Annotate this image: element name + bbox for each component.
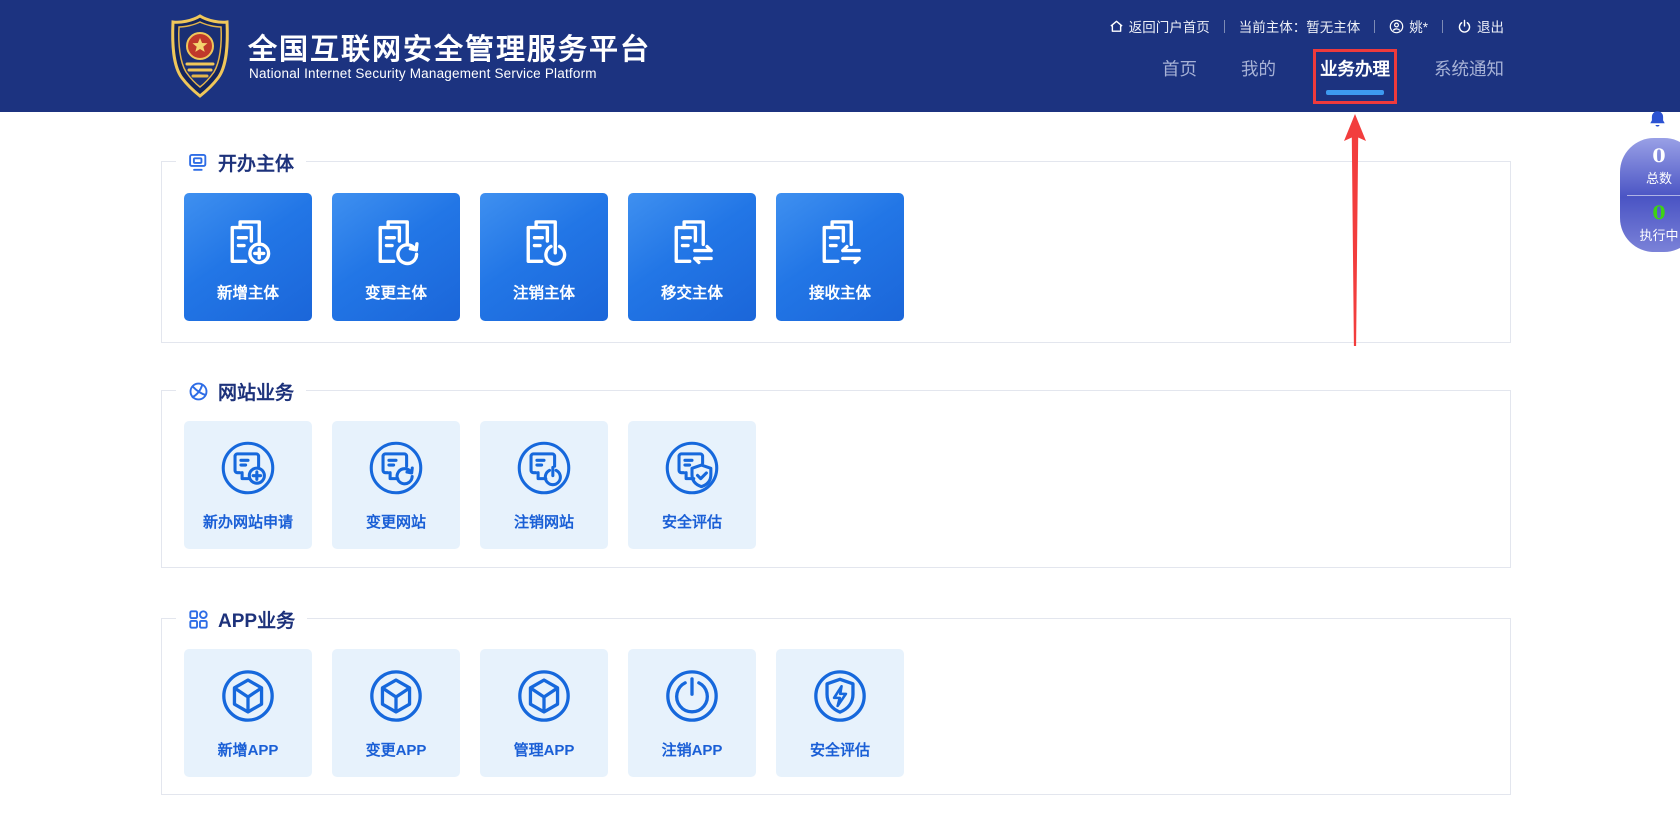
task-status-widget[interactable]: 0 总数 0 执行中 [1620,138,1680,252]
utility-divider [1442,19,1443,33]
site-refresh-icon [369,441,423,495]
cancel-website-button[interactable]: 注销网站 [480,421,608,549]
utility-bar: 返回门户首页 当前主体：暂无主体 姚* 退出 [1109,16,1504,36]
monitor-icon [189,153,207,171]
add-app-button[interactable]: 新增APP [184,649,312,777]
button-label: 安全评估 [809,742,870,759]
globe-icon [189,382,208,400]
header: 全国互联网安全管理服务平台 National Internet Security… [0,0,1680,346]
website-buttons-row: 新办网站申请 变更网站 注销网站 安全评估 [184,421,756,549]
section-app-business-header: APP业务 [176,604,308,634]
main-nav: 首页 我的 业务办理 系统通知 [1162,49,1504,346]
grid-icon [189,609,208,629]
change-app-button[interactable]: 变更APP [332,649,460,777]
utility-divider [1223,19,1225,33]
platform-title: 全国互联网安全管理服务平台 [248,34,652,66]
button-label: 变更APP [365,742,427,759]
nav-business-handling-label: 业务办理 [1320,59,1390,79]
task-total-value: 0 [1652,144,1666,167]
receive-subject-button[interactable]: 接收主体 [776,193,904,321]
app-security-assessment-button[interactable]: 安全评估 [776,649,904,777]
button-label: 新增APP [217,742,279,759]
task-total: 0 总数 [1620,138,1680,195]
nav-system-notice-label: 系统通知 [1434,59,1504,79]
manage-app-button[interactable]: 管理APP [480,649,608,777]
task-running-value: 0 [1652,202,1666,225]
power-icon [1458,19,1471,33]
return-portal-link[interactable]: 返回门户首页 [1109,16,1210,36]
button-label: 安全评估 [661,514,722,531]
button-label: 注销网站 [513,514,574,531]
nav-mine-label: 我的 [1241,59,1276,79]
task-running-label: 执行中 [1639,228,1679,244]
platform-subtitle: National Internet Security Management Se… [249,66,597,81]
button-label: 新办网站申请 [202,514,293,531]
section-website-business-header: 网站业务 [176,376,307,406]
shield-bolt-icon [814,670,866,722]
button-label: 变更主体 [364,285,427,302]
task-total-label: 总数 [1645,170,1672,186]
return-portal-label: 返回门户首页 [1128,20,1210,35]
button-label: 新增主体 [216,285,279,302]
section-subject-setup-header: 开办主体 [176,147,307,177]
section-title: 开办主体 [218,153,295,175]
cancel-app-button[interactable]: 注销APP [628,649,756,777]
user-icon [1389,19,1404,33]
power-circle-icon [666,670,718,722]
cancel-subject-button[interactable]: 注销主体 [480,193,608,321]
nav-system-notice[interactable]: 系统通知 [1434,52,1504,100]
button-label: 变更网站 [365,514,426,531]
section-title: APP业务 [218,610,296,632]
user-name: 姚* [1409,20,1428,35]
site-power-icon [517,441,571,495]
current-subject-label: 当前主体：暂无主体 [1238,20,1361,35]
cube-icon [518,670,570,722]
change-website-button[interactable]: 变更网站 [332,421,460,549]
add-subject-button[interactable]: 新增主体 [184,193,312,321]
doc-power-icon [526,220,567,266]
site-add-icon [221,441,275,495]
logout-button[interactable]: 退出 [1457,16,1504,36]
active-tab-underline [1326,90,1384,95]
section-app-business: APP业务 新增APP 变更APP 管理APP 注销APP 安全评估 [161,604,1511,795]
site-shield-check-icon [665,441,719,495]
user-menu[interactable]: 姚* [1389,16,1428,36]
nav-business-handling[interactable]: 业务办理 [1313,49,1397,346]
nav-home[interactable]: 首页 [1162,52,1197,100]
button-label: 移交主体 [660,285,723,302]
section-subject-setup: 开办主体 新增主体 变更主体 注销主体 移交主体 接收主体 [161,147,1511,343]
button-label: 注销主体 [512,285,575,302]
website-security-assessment-button[interactable]: 安全评估 [628,421,756,549]
app-buttons-row: 新增APP 变更APP 管理APP 注销APP 安全评估 [184,649,904,777]
subject-buttons-row: 新增主体 变更主体 注销主体 移交主体 接收主体 [184,193,904,321]
current-subject: 当前主体：暂无主体 [1239,16,1361,36]
nav-home-label: 首页 [1162,59,1197,79]
bell-icon[interactable] [1649,110,1666,129]
cube-icon [222,670,274,722]
button-label: 接收主体 [808,285,871,302]
section-title: 网站业务 [218,382,295,404]
transfer-subject-button[interactable]: 移交主体 [628,193,756,321]
logout-label: 退出 [1477,20,1504,35]
button-label: 注销APP [661,742,723,759]
doc-transfer-icon [674,220,713,265]
home-icon [1110,20,1123,32]
utility-divider [1374,19,1376,33]
new-website-application-button[interactable]: 新办网站申请 [184,421,312,549]
button-label: 管理APP [513,742,575,759]
change-subject-button[interactable]: 变更主体 [332,193,460,321]
cube-icon [370,670,422,722]
task-running: 0 执行中 [1620,195,1680,252]
section-website-business: 网站业务 新办网站申请 变更网站 注销网站 安全评估 [161,376,1511,568]
doc-receive-icon [822,220,861,265]
police-emblem-logo [171,14,229,98]
nav-mine[interactable]: 我的 [1241,52,1276,100]
doc-add-icon [230,220,271,265]
doc-refresh-icon [378,220,419,266]
